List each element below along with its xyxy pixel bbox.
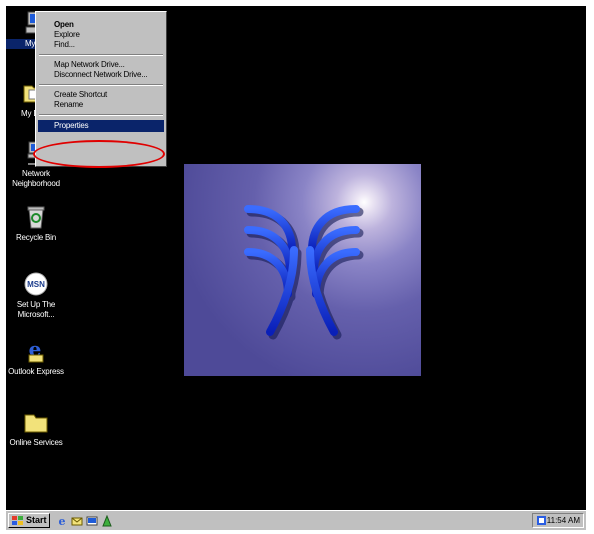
- menu-separator: [39, 84, 163, 86]
- speaker-icon[interactable]: [536, 515, 547, 526]
- windows-logo-icon: [12, 516, 23, 525]
- screen: My Co My Doc Network Neig: [6, 6, 586, 530]
- menu-item-disconnect-network-drive[interactable]: Disconnect Network Drive...: [38, 70, 164, 80]
- menu-item-properties[interactable]: Properties: [38, 120, 164, 132]
- desktop-icon-label: Outlook Express: [8, 367, 64, 376]
- menu-item-explore[interactable]: Explore: [38, 30, 164, 40]
- wallpaper-logo: [244, 205, 364, 340]
- menu-item-find[interactable]: Find...: [38, 40, 164, 50]
- desktop-icon-msn[interactable]: MSN Set Up The Microsoft...: [6, 271, 66, 320]
- desktop-icon-label: Network Neighborhood: [12, 169, 60, 188]
- desktop-icon-label: Recycle Bin: [15, 233, 57, 242]
- menu-item-map-network-drive[interactable]: Map Network Drive...: [38, 60, 164, 70]
- menu-item-rename[interactable]: Rename: [38, 100, 164, 110]
- desktop-icon-online-services[interactable]: Online Services: [6, 409, 66, 448]
- clock[interactable]: 11:54 AM: [547, 516, 580, 525]
- desktop-icon-outlook-express[interactable]: e Outlook Express: [6, 337, 66, 377]
- menu-item-open[interactable]: Open: [38, 20, 164, 30]
- internet-explorer-icon[interactable]: e: [56, 514, 68, 528]
- menu-separator: [39, 54, 163, 56]
- menu-item-create-shortcut[interactable]: Create Shortcut: [38, 90, 164, 100]
- desktop[interactable]: My Co My Doc Network Neig: [6, 6, 586, 510]
- start-button[interactable]: Start: [8, 513, 50, 528]
- context-menu: Open Explore Find... Map Network Drive..…: [35, 11, 167, 167]
- desktop-icon-label: Set Up The Microsoft...: [16, 300, 56, 319]
- folder-icon: [22, 409, 50, 435]
- desktop-icon[interactable]: [86, 514, 98, 526]
- channels-icon[interactable]: [101, 514, 113, 527]
- svg-text:e: e: [59, 515, 66, 527]
- start-label: Start: [26, 515, 47, 525]
- desktop-icon-label: Online Services: [9, 438, 63, 447]
- desktop-icon-recycle-bin[interactable]: Recycle Bin: [6, 204, 66, 243]
- msn-icon: MSN: [22, 271, 50, 297]
- recycle-bin-icon: [22, 204, 50, 230]
- menu-separator: [39, 114, 163, 116]
- wallpaper-image: [184, 164, 421, 376]
- outlook-icon[interactable]: [71, 514, 83, 526]
- svg-text:MSN: MSN: [27, 280, 45, 289]
- outlook-express-icon: e: [22, 337, 50, 364]
- taskbar: Start e 11:54 AM: [6, 510, 586, 530]
- system-tray: 11:54 AM: [532, 513, 584, 528]
